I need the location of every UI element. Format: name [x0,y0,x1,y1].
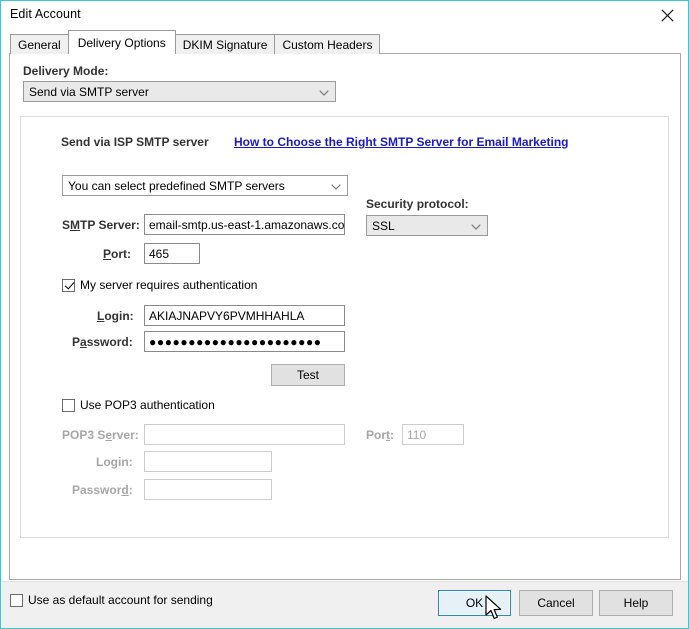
pop3-port-input[interactable]: 110 [402,424,464,445]
tab-custom-headers-label: Custom Headers [282,37,373,52]
pop3-auth-checkbox[interactable]: Use POP3 authentication [62,398,215,412]
delivery-mode-value: Send via SMTP server [29,84,149,99]
tab-panel-delivery-options: Delivery Mode: Send via SMTP server Send… [9,53,681,580]
checkbox-box [10,593,23,607]
security-protocol-combobox[interactable]: SSL [366,215,488,236]
default-account-label: Use as default account for sending [28,593,213,607]
tab-general-label: General [18,37,61,52]
smtp-login-input[interactable]: AKIAJNAPVY6PVMHHAHLA [144,305,345,326]
predefined-smtp-combobox[interactable]: You can select predefined SMTP servers [62,175,348,196]
pop3-login-label: Login: [96,455,133,469]
tab-delivery-options-label: Delivery Options [77,35,166,50]
delivery-mode-label: Delivery Mode: [23,64,109,78]
smtp-help-link[interactable]: How to Choose the Right SMTP Server for … [234,135,569,149]
tab-dkim-signature[interactable]: DKIM Signature [174,34,276,54]
tab-general[interactable]: General [10,34,69,54]
security-protocol-label: Security protocol: [366,197,469,211]
test-button[interactable]: Test [271,364,345,386]
cancel-button[interactable]: Cancel [519,590,593,616]
tab-custom-headers[interactable]: Custom Headers [274,34,381,54]
pop3-auth-label: Use POP3 authentication [80,398,215,412]
help-button-label: Help [623,596,649,610]
cancel-button-label: Cancel [537,596,575,610]
smtp-port-label: Port: [103,247,132,261]
smtp-login-value: AKIAJNAPVY6PVMHHAHLA [149,308,305,323]
edit-account-dialog: Edit Account General Delivery Options DK… [0,0,689,629]
title-bar: Edit Account [2,2,688,28]
smtp-port-input[interactable]: 465 [144,243,200,264]
smtp-password-label: Password: [72,335,133,349]
pop3-password-label: Password: [72,483,133,497]
ok-button[interactable]: OK [438,590,511,616]
checkbox-box [62,278,75,292]
pop3-port-label: Port: [366,428,395,442]
delivery-mode-combobox[interactable]: Send via SMTP server [23,81,336,102]
smtp-password-input[interactable]: ●●●●●●●●●●●●●●●●●●●●●● [144,331,345,352]
smtp-server-value: email-smtp.us-east-1.amazonaws.com [149,217,345,232]
dialog-footer: Use as default account for sending OK Ca… [2,581,688,628]
tab-dkim-signature-label: DKIM Signature [182,37,268,52]
smtp-password-value: ●●●●●●●●●●●●●●●●●●●●●● [149,335,322,348]
smtp-server-label: SMTP Server: [62,218,140,232]
smtp-login-label: Login: [97,309,134,323]
pop3-port-value: 110 [407,427,427,442]
test-button-label: Test [296,368,319,382]
chevron-down-icon [471,223,481,230]
predefined-smtp-value: You can select predefined SMTP servers [68,178,285,193]
pop3-login-input[interactable] [144,451,272,472]
pop3-password-input[interactable] [144,479,272,500]
smtp-auth-label: My server requires authentication [80,278,258,292]
smtp-auth-checkbox[interactable]: My server requires authentication [62,278,257,292]
tab-bar: General Delivery Options DKIM Signature … [10,30,381,54]
groupbox-title: Send via ISP SMTP server [61,135,209,149]
help-button[interactable]: Help [599,590,673,616]
isp-smtp-groupbox: Send via ISP SMTP server How to Choose t… [20,116,669,538]
chevron-down-icon [319,89,329,96]
window-title: Edit Account [10,7,81,21]
ok-button-label: OK [465,596,484,610]
default-account-checkbox[interactable]: Use as default account for sending [10,593,213,607]
pop3-server-label: POP3 Server: [62,428,139,442]
checkbox-box [62,398,75,412]
smtp-server-input[interactable]: email-smtp.us-east-1.amazonaws.com [144,214,345,235]
chevron-down-icon [331,183,341,190]
security-protocol-value: SSL [372,218,395,233]
close-icon[interactable] [645,2,688,28]
smtp-port-value: 465 [149,246,170,261]
pop3-server-input[interactable] [144,424,345,445]
tab-delivery-options[interactable]: Delivery Options [67,30,176,54]
